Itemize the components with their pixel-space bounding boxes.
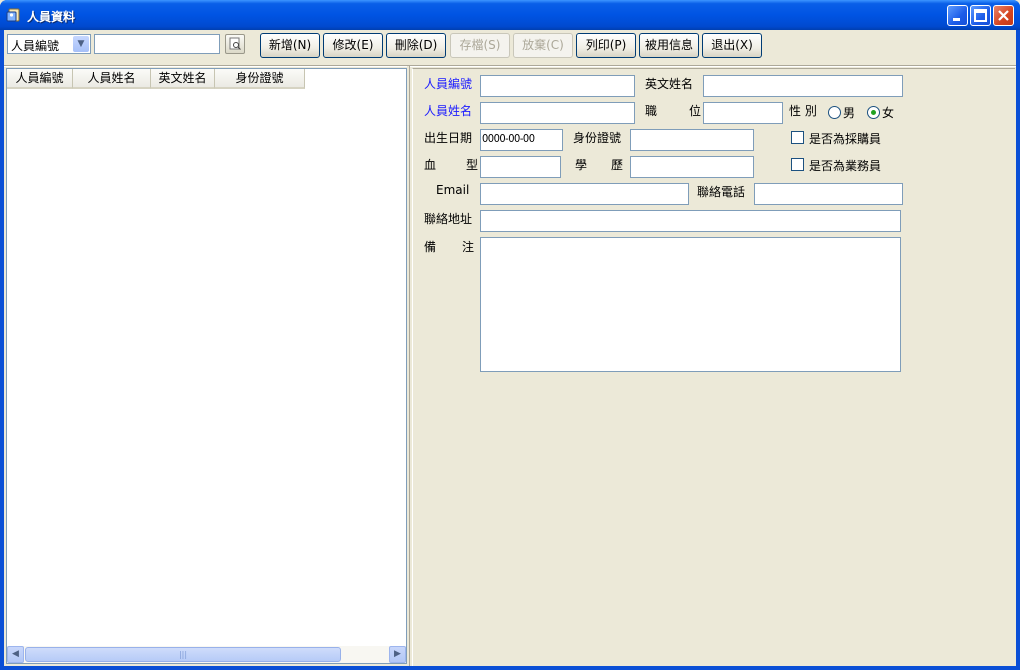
col-header-emp-no[interactable]: 人員編號 [7,69,73,89]
print-button[interactable]: 列印(P) [576,33,636,58]
eng-name-field[interactable] [703,75,903,97]
detail-form: 人員編號 英文姓名 人員姓名 職 位 性 別 男 女 出生日期 0000-00-… [412,68,1015,666]
id-no-label: 身份證號 [573,131,622,145]
delete-button[interactable]: 刪除(D) [386,33,446,58]
minimize-icon [953,18,960,21]
search-field-select-value: 人員編號 [11,39,60,53]
eng-name-label: 英文姓名 [645,77,694,91]
position-field[interactable] [703,102,783,124]
used-info-button[interactable]: 被用信息 [639,33,699,58]
is-sales-label[interactable]: 是否為業務員 [809,157,881,174]
minimize-button[interactable] [947,5,968,26]
education-label-b: 歷 [611,158,624,172]
position-label-b: 位 [689,104,702,118]
save-button[interactable]: 存檔(S) [450,33,510,58]
scroll-left-icon[interactable]: ◀ [7,646,24,663]
id-no-field[interactable] [630,129,754,151]
horizontal-scrollbar[interactable]: ◀ ||| ▶ [7,646,406,663]
position-label-a: 職 [645,104,658,118]
birth-date-label: 出生日期 [424,131,473,145]
phone-label: 聯絡電話 [697,185,746,199]
col-header-eng-name[interactable]: 英文姓名 [151,69,215,89]
is-purchaser-checkbox[interactable] [791,131,804,144]
emp-no-label: 人員編號 [424,77,473,91]
blood-type-field[interactable] [480,156,561,178]
email-label: Email [436,183,470,197]
notes-label-a: 備 [424,240,437,254]
gender-male-radio[interactable] [828,106,841,119]
col-header-id-no[interactable]: 身份證號 [215,69,305,89]
toolbar-separator [4,65,1016,67]
window-border-right [1016,30,1020,670]
app-window: 人員資料 人員編號 ▼ 新增(N) 修改(E) 刪除(D) 存檔(S) 放棄(C… [0,0,1020,670]
client-area: 人員編號 ▼ 新增(N) 修改(E) 刪除(D) 存檔(S) 放棄(C) 列印(… [4,30,1016,666]
list-header: 人員編號 人員姓名 英文姓名 身份證號 [7,69,406,89]
blood-type-label-b: 型 [466,158,479,172]
name-field[interactable] [480,102,635,124]
cancel-button[interactable]: 放棄(C) [513,33,573,58]
phone-field[interactable] [754,183,903,205]
birth-date-field[interactable]: 0000-00-00 [480,129,563,151]
is-sales-checkbox[interactable] [791,158,804,171]
search-input[interactable] [94,34,220,54]
new-button[interactable]: 新增(N) [260,33,320,58]
splitter[interactable] [407,66,410,666]
blood-type-label-a: 血 [424,158,437,172]
maximize-icon [974,9,987,22]
gender-male-label[interactable]: 男 [843,104,855,121]
close-button[interactable] [993,5,1014,26]
exit-button[interactable]: 退出(X) [702,33,762,58]
education-field[interactable] [630,156,754,178]
emp-no-field[interactable] [480,75,635,97]
col-header-name[interactable]: 人員姓名 [73,69,151,89]
personnel-list[interactable]: 人員編號 人員姓名 英文姓名 身份證號 ◀ ||| ▶ [6,68,407,664]
address-field[interactable] [480,210,901,232]
email-field[interactable] [480,183,689,205]
window-border-bottom [0,666,1020,670]
search-field-select[interactable]: 人員編號 ▼ [7,34,91,54]
is-purchaser-label[interactable]: 是否為採購員 [809,130,881,147]
gender-label: 性 別 [789,104,817,118]
title-bar[interactable]: 人員資料 [0,0,1020,30]
search-icon [229,37,241,50]
education-label-a: 學 [575,158,588,172]
search-button[interactable] [225,34,245,54]
notes-label-b: 注 [462,240,475,254]
edit-button[interactable]: 修改(E) [323,33,383,58]
gender-female-label[interactable]: 女 [882,104,894,121]
app-icon [6,8,20,22]
chevron-down-icon[interactable]: ▼ [73,36,89,52]
scroll-thumb[interactable]: ||| [25,647,341,662]
name-label: 人員姓名 [424,104,473,118]
notes-field[interactable] [480,237,901,372]
window-title: 人員資料 [27,10,76,24]
scroll-right-icon[interactable]: ▶ [389,646,406,663]
close-icon [998,10,1009,21]
maximize-button[interactable] [970,5,991,26]
gender-female-radio[interactable] [867,106,880,119]
address-label: 聯絡地址 [424,212,473,226]
